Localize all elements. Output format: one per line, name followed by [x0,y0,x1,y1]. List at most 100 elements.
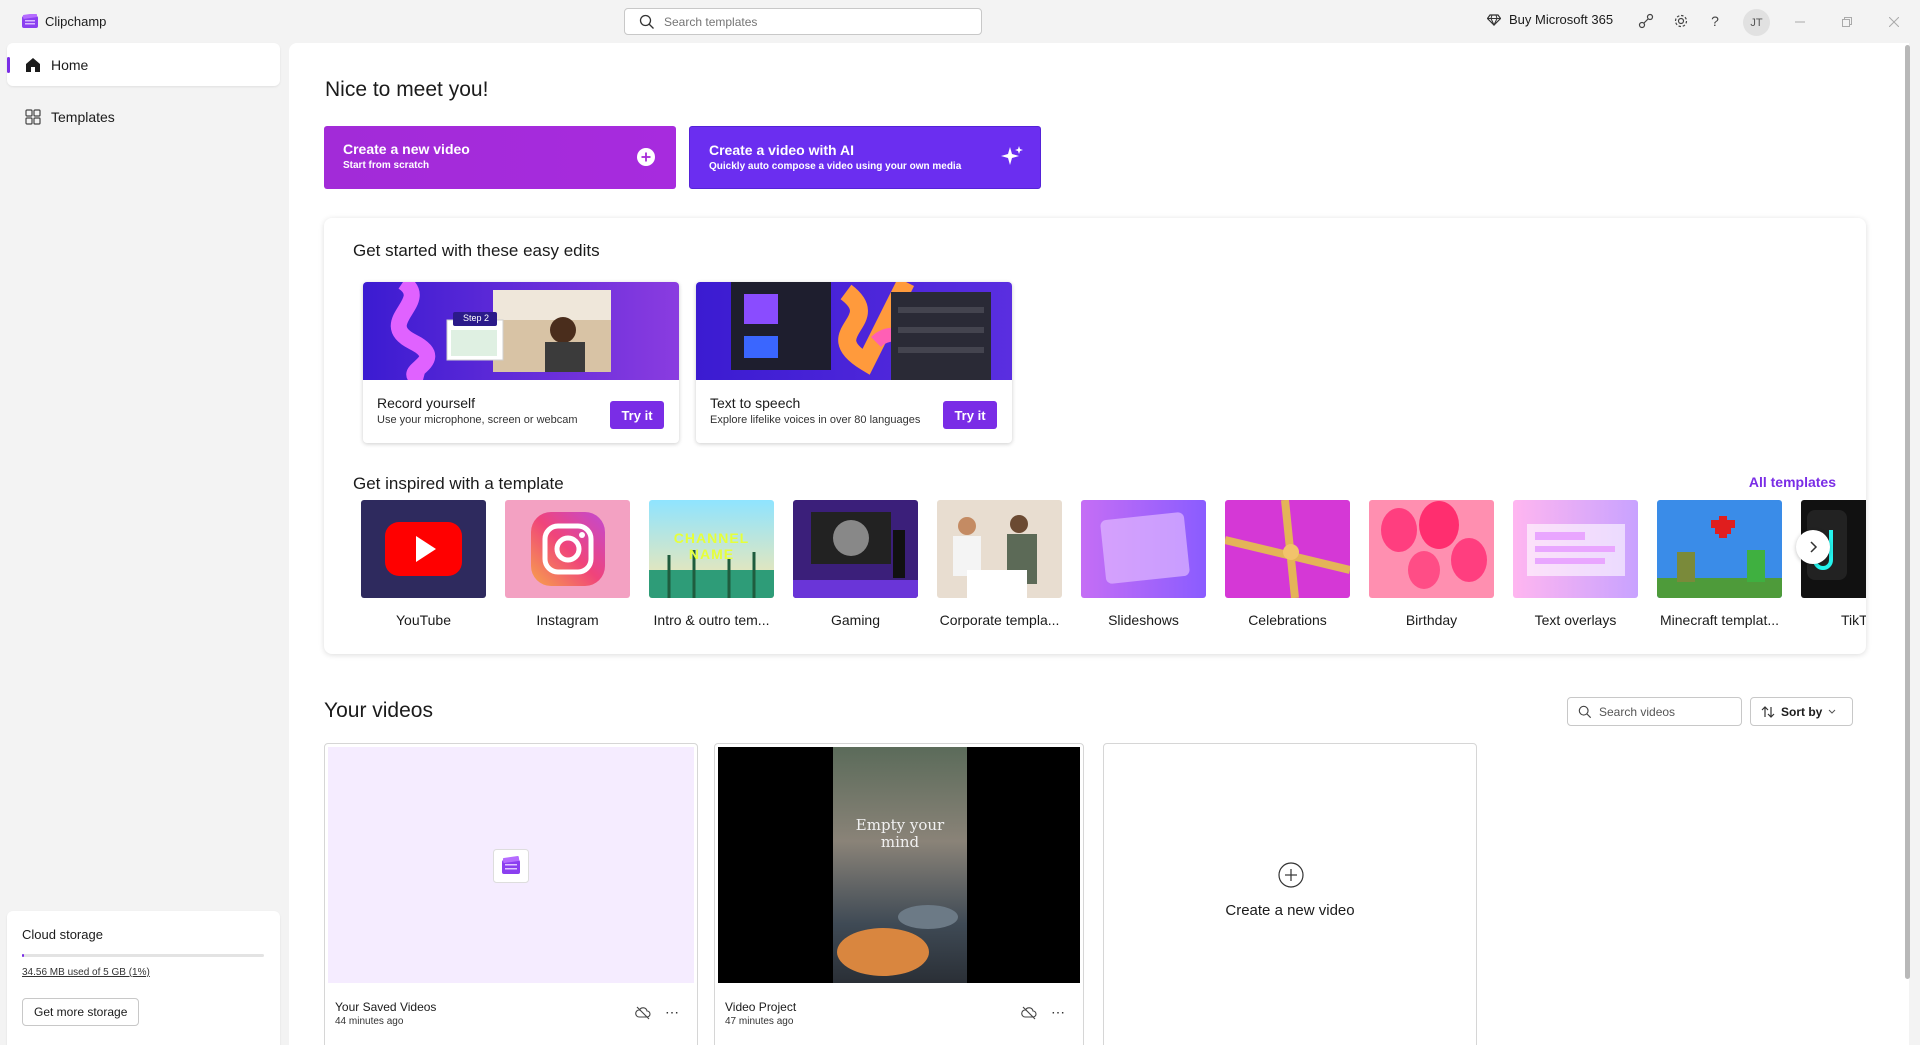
storage-usage-link[interactable]: 34.56 MB used of 5 GB (1%) [22,967,265,978]
record-yourself-subtitle: Use your microphone, screen or webcam [377,414,578,426]
search-videos-input[interactable]: Search videos [1567,697,1742,726]
sparkle-icon [1001,146,1023,165]
slideshows-thumbnail [1081,500,1206,598]
template-tile-slideshows[interactable]: Slideshows [1081,500,1206,628]
main-scrollbar[interactable] [1905,45,1910,979]
search-templates-box[interactable] [624,8,982,35]
template-label: TikT [1841,612,1866,628]
record-yourself-card[interactable]: Step 2 Record yourself Use your micropho… [363,282,679,443]
record-yourself-image [363,282,679,380]
corporate-thumbnail [937,500,1062,598]
template-label: Corporate templa... [939,612,1060,628]
page-title: Nice to meet you! [325,78,489,101]
gaming-thumbnail [793,500,918,598]
try-text-to-speech-button[interactable]: Try it [943,401,997,429]
app-title: Clipchamp [45,14,107,29]
search-templates-input[interactable] [664,14,964,29]
video-title: Video Project [725,1000,797,1014]
text-to-speech-title: Text to speech [710,395,801,411]
more-options-icon[interactable]: ⋯ [665,1004,679,1021]
settings-gear-icon[interactable] [1671,11,1691,31]
search-icon [639,14,654,29]
template-label: Minecraft templat... [1659,612,1780,628]
sort-icon [1761,705,1775,718]
sort-by-button[interactable]: Sort by [1750,697,1853,726]
step-label: Step 2 [463,313,490,323]
minimize-icon[interactable] [1790,12,1810,32]
template-tile-youtube[interactable]: YouTube [361,500,486,628]
video-title: Your Saved Videos [335,1000,437,1014]
template-label: Celebrations [1248,612,1327,628]
search-icon [1578,705,1592,718]
template-tile-tiktok[interactable]: TikT [1801,500,1866,628]
youtube-icon [361,500,486,598]
template-tile-birthday[interactable]: Birthday [1369,500,1494,628]
buy-microsoft-365-label: Buy Microsoft 365 [1509,12,1614,27]
plus-circle-icon [637,148,655,166]
sidebar-item-home[interactable]: Home [7,43,280,86]
template-tile-instagram[interactable]: Instagram [505,500,630,628]
more-options-icon[interactable]: ⋯ [1051,1004,1065,1021]
template-tile-intro-outro[interactable]: CHANNEL NAME Intro & outro tem... [649,500,774,628]
user-avatar[interactable]: JT [1743,9,1770,36]
search-videos-placeholder: Search videos [1599,704,1676,719]
your-videos-heading: Your videos [324,699,433,722]
template-tile-minecraft[interactable]: Minecraft templat... [1657,500,1782,628]
video-timestamp: 47 minutes ago [725,1016,794,1027]
template-label: Intro & outro tem... [653,612,770,628]
sort-by-label: Sort by [1781,704,1823,719]
clipchamp-logo-icon [22,14,38,28]
templates-icon [25,108,41,125]
all-templates-link[interactable]: All templates [1749,474,1836,490]
template-tile-text-overlays[interactable]: Text overlays [1513,500,1638,628]
text-overlays-thumbnail [1513,500,1638,598]
template-label: Instagram [536,612,599,628]
active-indicator [7,57,10,73]
create-new-video-subtitle: Start from scratch [343,160,430,171]
try-record-yourself-button[interactable]: Try it [610,401,664,429]
create-ai-subtitle: Quickly auto compose a video using your … [709,161,962,172]
sidebar: Home Templates Cloud storage 34.56 MB us… [0,43,286,1045]
restore-icon[interactable] [1837,12,1857,32]
create-video-with-ai-button[interactable]: Create a video with AI Quickly auto comp… [689,126,1041,189]
cloud-storage-title: Cloud storage [22,927,103,942]
home-icon [26,57,40,72]
template-tile-celebrations[interactable]: Celebrations [1224,499,1351,628]
video-card-saved-videos[interactable]: Your Saved Videos 44 minutes ago ⋯ [324,743,698,1045]
create-new-video-button[interactable]: Create a new video Start from scratch [324,126,676,189]
share-icon[interactable] [1636,11,1656,31]
minecraft-thumbnail [1657,500,1782,598]
celebrations-thumbnail [1224,499,1351,599]
template-tile-gaming[interactable]: Gaming [793,500,918,628]
template-label: YouTube [395,612,451,628]
cloud-storage-card: Cloud storage 34.56 MB used of 5 GB (1%)… [7,911,280,1045]
video-overlay-text: Empty your mind [855,816,945,851]
text-to-speech-card[interactable]: Text to speech Explore lifelike voices i… [696,282,1012,443]
sidebar-item-label: Templates [51,108,115,125]
template-label: Slideshows [1108,612,1179,628]
close-icon[interactable] [1884,12,1904,32]
create-new-video-title: Create a new video [343,141,470,157]
record-yourself-title: Record yourself [377,395,476,411]
create-ai-title: Create a video with AI [709,142,854,158]
video-card-video-project[interactable]: Empty your mind Video Project 47 minutes… [714,743,1084,1045]
get-more-storage-button[interactable]: Get more storage [22,998,140,1026]
intro-thumb-text: CHANNEL NAME [673,530,750,562]
chevron-right-icon [1810,541,1818,553]
create-new-video-card-label: Create a new video [1225,902,1355,919]
cloud-off-icon[interactable] [635,1006,651,1020]
template-tile-corporate[interactable]: Corporate templa... [937,500,1062,628]
buy-microsoft-365-button[interactable]: Buy Microsoft 365 [1487,12,1613,27]
sidebar-item-templates[interactable]: Templates [7,95,280,138]
text-to-speech-subtitle: Explore lifelike voices in over 80 langu… [710,414,921,426]
video-thumbnail: Empty your mind [718,747,1080,983]
help-icon[interactable]: ? [1705,11,1725,31]
create-new-video-card[interactable]: Create a new video [1103,743,1477,1045]
templates-heading: Get inspired with a template [353,474,564,493]
clipchamp-logo-icon [493,849,529,883]
templates-next-button[interactable] [1796,530,1830,564]
chevron-down-icon [1828,709,1836,714]
template-label: Text overlays [1534,612,1617,628]
text-to-speech-image [696,282,1012,380]
cloud-off-icon[interactable] [1021,1006,1037,1020]
